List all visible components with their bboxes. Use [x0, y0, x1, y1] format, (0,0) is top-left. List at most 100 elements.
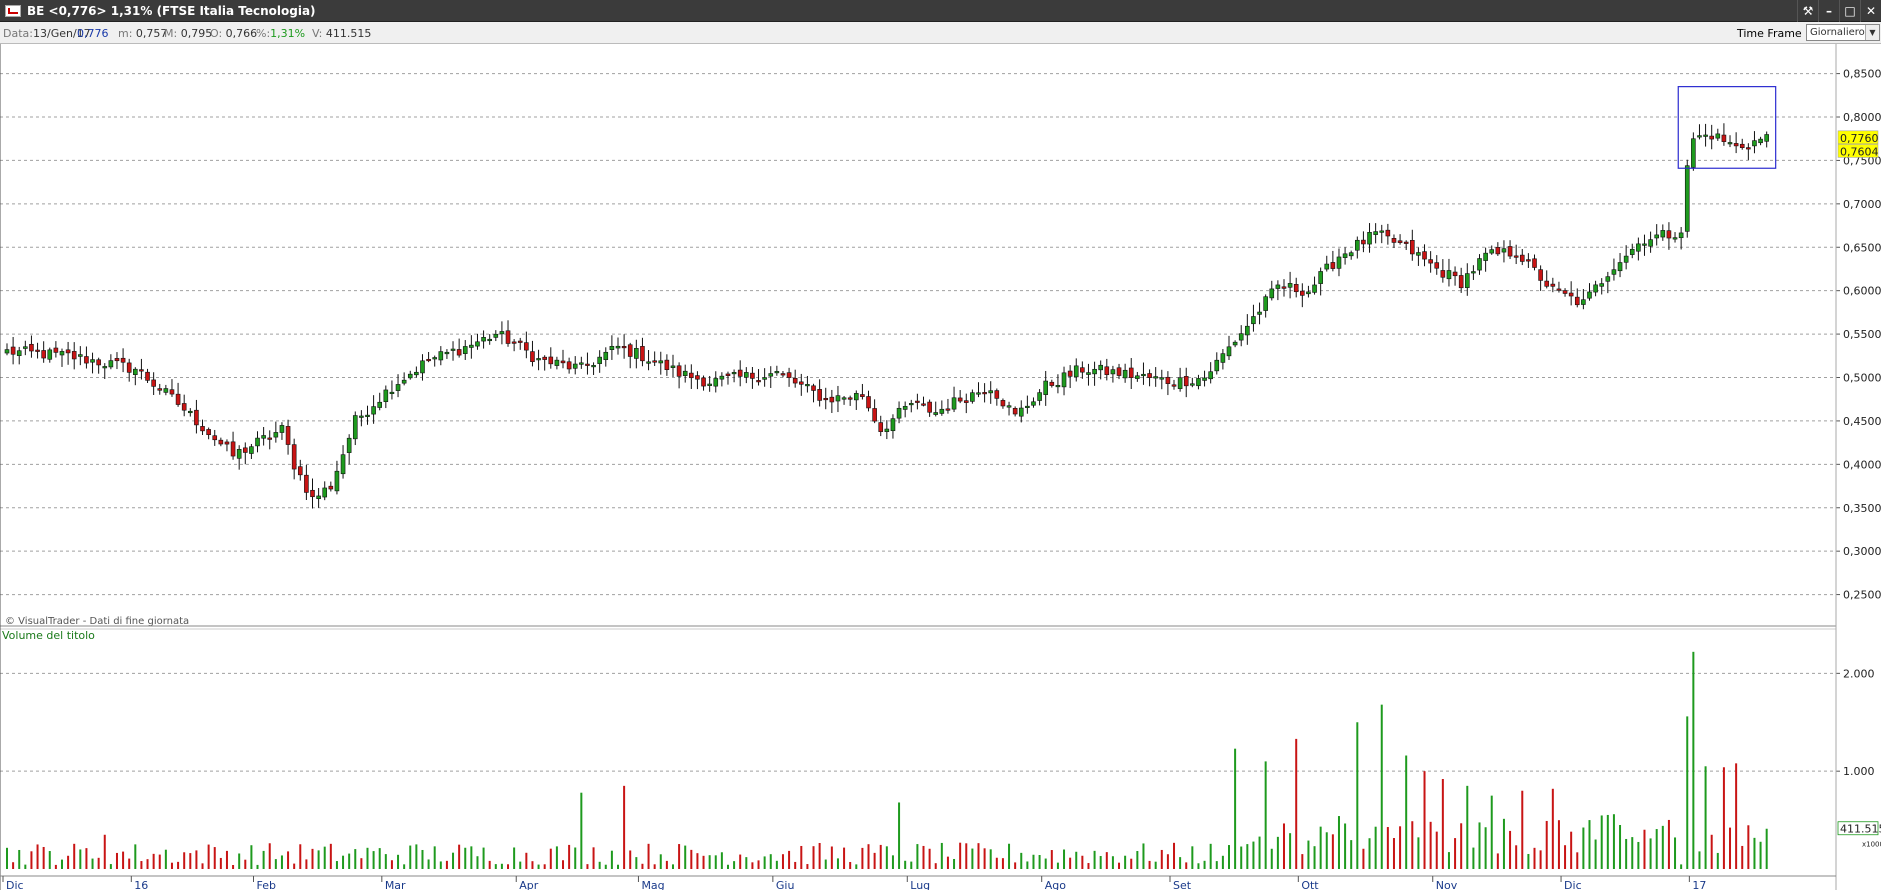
candle-up — [377, 401, 383, 408]
candle-up — [16, 350, 22, 356]
volume-bar — [1380, 704, 1383, 869]
candle-down — [139, 369, 144, 372]
volume-bar — [1680, 864, 1683, 869]
tools-icon[interactable]: ⚒ — [1797, 0, 1818, 22]
volume-bar — [60, 859, 63, 869]
volume-bar — [207, 844, 210, 869]
month-label: Lug — [910, 879, 930, 890]
candle-down — [1183, 376, 1189, 387]
volume-bar — [1105, 852, 1108, 869]
candle-down — [1165, 376, 1171, 384]
volume-bar — [42, 846, 45, 869]
candle-down — [1171, 384, 1177, 387]
candle-up — [976, 392, 981, 395]
candle-down — [151, 379, 156, 387]
volume-bar — [372, 851, 375, 869]
candle-down — [1104, 366, 1110, 376]
volume-bar — [1478, 822, 1481, 869]
candle-up — [1208, 371, 1213, 380]
candle-down — [126, 362, 132, 373]
candle-up — [646, 361, 651, 364]
volume-bar — [1197, 863, 1200, 869]
month-label: Ago — [1045, 879, 1067, 890]
volume-bar — [1698, 851, 1701, 869]
candle-up — [719, 375, 725, 380]
volume-last-label: 411.515 — [1840, 823, 1881, 836]
minimize-icon[interactable]: – — [1818, 0, 1839, 22]
volume-bar — [1356, 722, 1359, 869]
volume-bar — [494, 864, 497, 869]
volume-bar — [122, 851, 125, 869]
volume-bar — [1417, 837, 1420, 869]
candle-up — [1684, 165, 1690, 232]
candle-up — [1190, 383, 1195, 386]
volume-bar — [1759, 841, 1762, 869]
candle-down — [1709, 135, 1714, 140]
price-tick-label: 0,2500 — [1843, 589, 1881, 602]
volume-bar — [995, 857, 998, 869]
candle-up — [1092, 368, 1097, 375]
volume-bar — [439, 861, 442, 869]
volume-bar — [1130, 858, 1133, 869]
volume-bar — [977, 843, 980, 869]
volume-tick-label: 1.000 — [1843, 765, 1875, 778]
candle-up — [1629, 248, 1635, 255]
volume-bar — [549, 848, 552, 869]
price-tick-label: 0,8000 — [1843, 111, 1881, 124]
volume-bar — [378, 848, 381, 869]
candle-down — [994, 390, 1000, 399]
candle-down — [780, 373, 786, 376]
candle-up — [1446, 270, 1452, 280]
candle-up — [634, 348, 639, 359]
volume-bar — [1069, 857, 1072, 869]
candle-up — [1416, 252, 1421, 256]
volume-bar — [1570, 831, 1573, 869]
candle-down — [737, 369, 743, 377]
candle-up — [462, 346, 468, 354]
candle-down — [1568, 292, 1574, 297]
candle-up — [1043, 380, 1048, 395]
price-chart[interactable]: 0,85000,80000,75000,70000,65000,60000,55… — [0, 44, 1881, 890]
volume-bars — [6, 651, 1768, 869]
candle-up — [188, 410, 193, 414]
candle-up — [1599, 283, 1605, 287]
volume-bar — [1056, 862, 1059, 869]
volume-bar — [213, 847, 216, 869]
volume-bar — [1625, 838, 1628, 869]
candle-up — [658, 360, 664, 364]
candle-down — [224, 441, 230, 445]
maximize-icon[interactable]: □ — [1839, 0, 1860, 22]
candle-up — [352, 415, 358, 440]
volume-bar — [1166, 854, 1169, 869]
volume-bar — [617, 864, 619, 869]
volume-bar — [507, 864, 510, 869]
candle-up — [1202, 377, 1207, 381]
app-chart-icon — [5, 4, 21, 17]
candle-up — [896, 407, 902, 419]
volume-bar — [836, 858, 839, 869]
candle-down — [230, 441, 236, 457]
candle-up — [1025, 405, 1030, 408]
volume-bar — [1289, 833, 1292, 869]
close-icon[interactable]: ✕ — [1860, 0, 1881, 22]
candle-up — [1715, 133, 1721, 139]
timeframe-select[interactable]: Giornaliero ▼ — [1806, 24, 1880, 41]
candle-down — [1507, 246, 1513, 257]
candle-up — [1611, 269, 1617, 275]
candle-up — [346, 437, 352, 453]
volume-bar — [342, 855, 345, 869]
candle-down — [297, 466, 303, 476]
volume-bar — [1472, 847, 1475, 869]
candle-up — [1122, 369, 1128, 379]
candle-down — [1361, 239, 1366, 245]
candle-up — [597, 356, 602, 364]
volume-bar — [1753, 837, 1756, 869]
volume-bar — [1729, 827, 1732, 869]
candle-down — [53, 347, 59, 353]
volume-bar — [1643, 829, 1646, 869]
volume-bar — [1252, 841, 1255, 869]
price-label-text: 0,7760 — [1840, 132, 1879, 145]
volume-bar — [103, 834, 106, 869]
candle-down — [756, 380, 761, 383]
candle-up — [1605, 276, 1611, 282]
